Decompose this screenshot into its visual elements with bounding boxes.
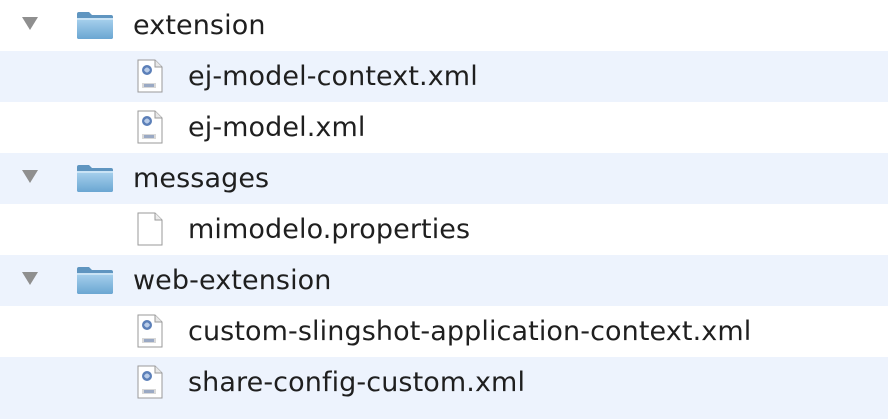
tree-row-folder-extension[interactable]: extension — [0, 0, 888, 51]
tree-row-label: custom-slingshot-application-context.xml — [188, 316, 752, 347]
folder-icon — [77, 165, 113, 192]
folder-icon — [77, 12, 113, 39]
folder-icon — [77, 267, 113, 294]
disclosure-triangle-icon[interactable] — [22, 17, 38, 30]
tree-row-file-ej-model-context[interactable]: ej-model-context.xml — [0, 51, 888, 102]
tree-row-label: ej-model-context.xml — [188, 61, 478, 92]
tree-row-label: ej-model.xml — [188, 112, 366, 143]
disclosure-triangle-icon[interactable] — [22, 170, 38, 183]
tree-row-folder-web-extension[interactable]: web-extension — [0, 255, 888, 306]
xml-file-icon — [137, 314, 163, 348]
tree-row-file-share-config-custom[interactable]: share-config-custom.xml — [0, 357, 888, 408]
disclosure-triangle-icon[interactable] — [22, 272, 38, 285]
tree-row-label: mimodelo.properties — [188, 214, 471, 245]
tree-row-file-ej-model[interactable]: ej-model.xml — [0, 102, 888, 153]
document-icon — [137, 212, 163, 246]
tree-row-label: extension — [133, 10, 266, 41]
tree-row-folder-messages[interactable]: messages — [0, 153, 888, 204]
tree-row-label: messages — [133, 163, 270, 194]
xml-file-icon — [137, 110, 163, 144]
xml-file-icon — [137, 365, 163, 399]
tree-row-label: share-config-custom.xml — [188, 367, 526, 398]
tree-row-label: web-extension — [133, 265, 332, 296]
tree-row-file-custom-slingshot-application-context[interactable]: custom-slingshot-application-context.xml — [0, 306, 888, 357]
tree-row-file-mimodelo-properties[interactable]: mimodelo.properties — [0, 204, 888, 255]
file-tree: extension ej-model-context.xml ej-model.… — [0, 0, 888, 419]
xml-file-icon — [137, 59, 163, 93]
tree-empty-area — [0, 408, 888, 419]
